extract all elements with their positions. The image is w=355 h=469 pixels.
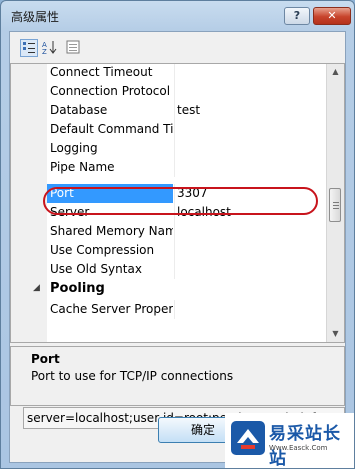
description-panel: Port Port to use for TCP/IP connections — [10, 346, 345, 406]
description-title: Port — [31, 352, 60, 366]
watermark: 易采站长站 Www.Easck.Com — [225, 413, 354, 468]
scroll-thumb[interactable] — [329, 188, 341, 222]
property-grid[interactable]: Connect Timeout Connection Protocol Data… — [10, 63, 345, 343]
close-button[interactable]: ✕ — [313, 7, 351, 25]
property-value[interactable]: test — [177, 103, 322, 117]
property-row-selected[interactable]: Port 3307 — [11, 184, 327, 203]
property-row[interactable]: Default Command Timeout — [11, 120, 327, 139]
collapse-triangle-icon[interactable]: ◢ — [33, 283, 40, 293]
grid-scrollbar[interactable]: ▲ ▼ — [326, 64, 344, 342]
dialog-client: AZ Connect Timeout Connection Protocol D… — [9, 31, 346, 463]
property-row[interactable]: Connection Protocol — [11, 82, 327, 101]
property-name: Use Compression — [50, 243, 155, 257]
property-row[interactable]: Pipe Name — [11, 158, 327, 177]
property-row[interactable]: Cache Server Properties — [11, 300, 327, 319]
property-name: Use Old Syntax — [50, 262, 142, 276]
property-row[interactable]: Database test — [11, 101, 327, 120]
description-text: Port to use for TCP/IP connections — [31, 369, 234, 383]
property-name: Port — [47, 184, 173, 203]
property-name: Default Command Timeout — [50, 122, 173, 136]
alphabetical-sort-icon[interactable]: AZ — [41, 39, 59, 57]
watermark-logo-icon — [231, 421, 265, 455]
property-name: Database — [50, 103, 108, 117]
property-name: Cache Server Properties — [50, 302, 173, 316]
scroll-up-icon[interactable]: ▲ — [328, 64, 343, 80]
property-name: Logging — [50, 141, 98, 155]
property-row[interactable]: Use Old Syntax — [11, 260, 327, 279]
category-name: Pooling — [50, 281, 105, 296]
property-row[interactable]: Use Compression — [11, 241, 327, 260]
category-row-pooling[interactable]: ◢ Pooling — [11, 279, 327, 298]
property-value[interactable]: 3307 — [177, 186, 322, 200]
svg-text:Z: Z — [42, 48, 47, 55]
property-pages-icon[interactable] — [64, 39, 82, 57]
property-name: Server — [50, 205, 90, 219]
property-toolbar: AZ — [10, 32, 345, 62]
property-name: Connection Protocol — [50, 84, 171, 98]
watermark-url: Www.Easck.Com — [269, 444, 328, 452]
property-name: Shared Memory Name — [50, 224, 173, 238]
categorized-icon[interactable] — [20, 39, 38, 57]
title-bar: 高级属性 ? ✕ — [1, 1, 354, 31]
window-title: 高级属性 — [11, 10, 60, 24]
advanced-properties-dialog: 高级属性 ? ✕ AZ Connect Timeout Connection P… — [0, 0, 355, 469]
property-row[interactable]: Server localhost — [11, 203, 327, 222]
property-name: Connect Timeout — [50, 65, 153, 79]
property-name: Pipe Name — [50, 160, 115, 174]
scroll-down-icon[interactable]: ▼ — [328, 326, 343, 342]
property-value[interactable]: localhost — [177, 205, 322, 219]
property-row[interactable]: Connect Timeout — [11, 64, 327, 82]
property-row[interactable]: Logging — [11, 139, 327, 158]
property-row[interactable]: Shared Memory Name — [11, 222, 327, 241]
help-button[interactable]: ? — [284, 7, 310, 25]
